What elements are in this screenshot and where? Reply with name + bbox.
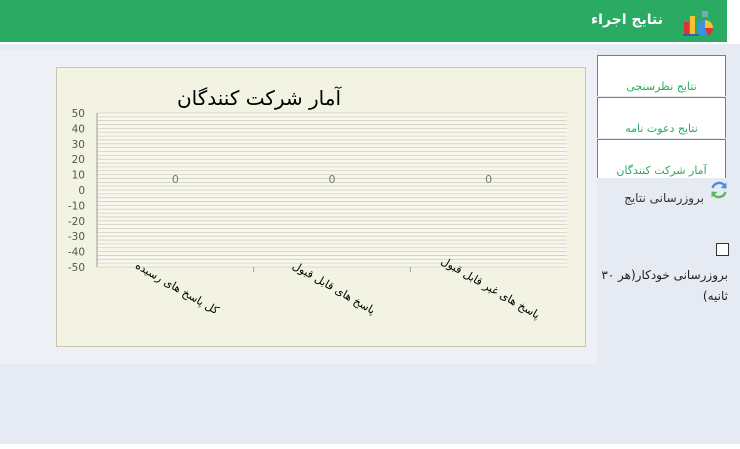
y-tick-label: 50: [72, 108, 85, 120]
tab-invitation-results[interactable]: نتایج دعوت نامه: [597, 97, 726, 138]
y-tick-label: -10: [68, 200, 85, 212]
auto-refresh-label: بروزرسانی خودکار(هر ۳۰ ثانیه): [601, 268, 728, 303]
page-title: نتایج اجراء: [590, 12, 663, 28]
participants-chart: آمار شرکت کنندگان 50 40 30 20 10 0 -10 -20 -30 -40…: [68, 85, 567, 322]
chart-title: آمار شرکت کنندگان: [177, 85, 343, 110]
tab-label: آمار شرکت کنندگان: [616, 164, 707, 177]
x-tick-label: کل پاسخ های رسیده: [133, 259, 222, 318]
tab-survey-results[interactable]: نتایج نظرسنجی: [597, 55, 726, 96]
bottom-bar: [0, 444, 740, 449]
auto-refresh-checkbox[interactable]: [716, 243, 729, 256]
y-tick-label: 0: [78, 185, 85, 197]
y-tick-label: 30: [72, 139, 85, 151]
y-tick-label: 20: [72, 154, 85, 166]
y-tick-label: 40: [72, 123, 85, 135]
data-label: 0: [329, 173, 336, 186]
y-tick-label: -30: [68, 231, 85, 243]
tab-label: نتایج نظرسنجی: [626, 80, 697, 93]
x-tick-label: پاسخ های قابل قبول: [290, 259, 377, 317]
header-bar: نتایج اجراء: [0, 0, 727, 42]
chart-container: آمار شرکت کنندگان 50 40 30 20 10 0 -10 -20 -30 -40…: [56, 67, 586, 347]
y-tick-label: 10: [72, 170, 85, 182]
chart-flask-icon: [683, 11, 714, 36]
tab-participant-stats[interactable]: آمار شرکت کنندگان: [597, 139, 726, 180]
data-label: 0: [485, 173, 492, 186]
y-tick-label: -40: [68, 247, 85, 259]
refresh-results-link[interactable]: بروزرسانی نتایج: [624, 191, 704, 205]
refresh-icon[interactable]: [709, 180, 729, 200]
y-tick-label: -20: [68, 216, 85, 228]
data-label: 0: [172, 173, 179, 186]
y-tick-label: -50: [68, 262, 85, 274]
tab-label: نتایج دعوت نامه: [625, 122, 698, 135]
